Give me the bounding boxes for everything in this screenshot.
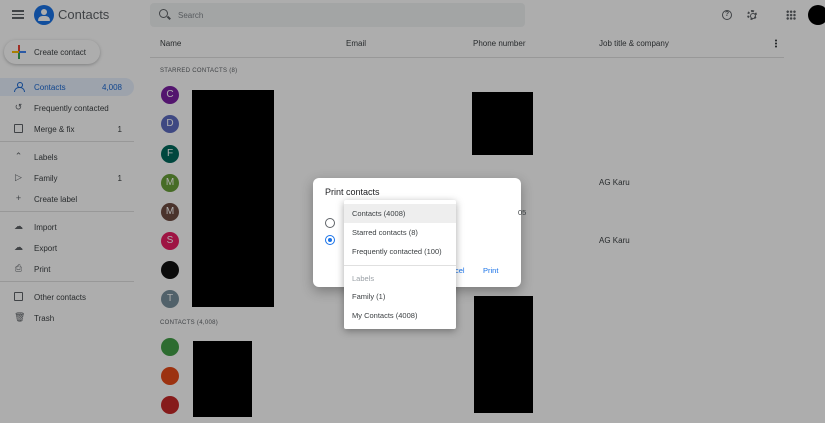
dropdown-divider: [344, 265, 456, 266]
print-button[interactable]: Print: [483, 266, 498, 275]
print-group-dropdown: Contacts (4008) Starred contacts (8) Fre…: [344, 200, 456, 329]
option-label: My Contacts (4008): [352, 311, 418, 320]
option-my-contacts[interactable]: My Contacts (4008): [344, 306, 456, 325]
option-label: Frequently contacted (100): [352, 247, 442, 256]
dialog-title: Print contacts: [325, 187, 380, 197]
option-label: Contacts (4008): [352, 209, 406, 218]
cancel-button[interactable]: cel: [455, 266, 465, 275]
print-group-radio[interactable]: [325, 235, 335, 245]
option-label: Starred contacts (8): [352, 228, 418, 237]
option-contacts[interactable]: Contacts (4008): [344, 204, 456, 223]
labels-header: Labels: [352, 274, 375, 283]
option-label: Family (1): [352, 292, 386, 301]
partial-phone-text: 05: [518, 208, 527, 217]
option-starred[interactable]: Starred contacts (8): [344, 223, 456, 242]
option-frequently-contacted[interactable]: Frequently contacted (100): [344, 242, 456, 261]
option-family[interactable]: Family (1): [344, 287, 456, 306]
print-selection-radio[interactable]: [325, 218, 335, 228]
